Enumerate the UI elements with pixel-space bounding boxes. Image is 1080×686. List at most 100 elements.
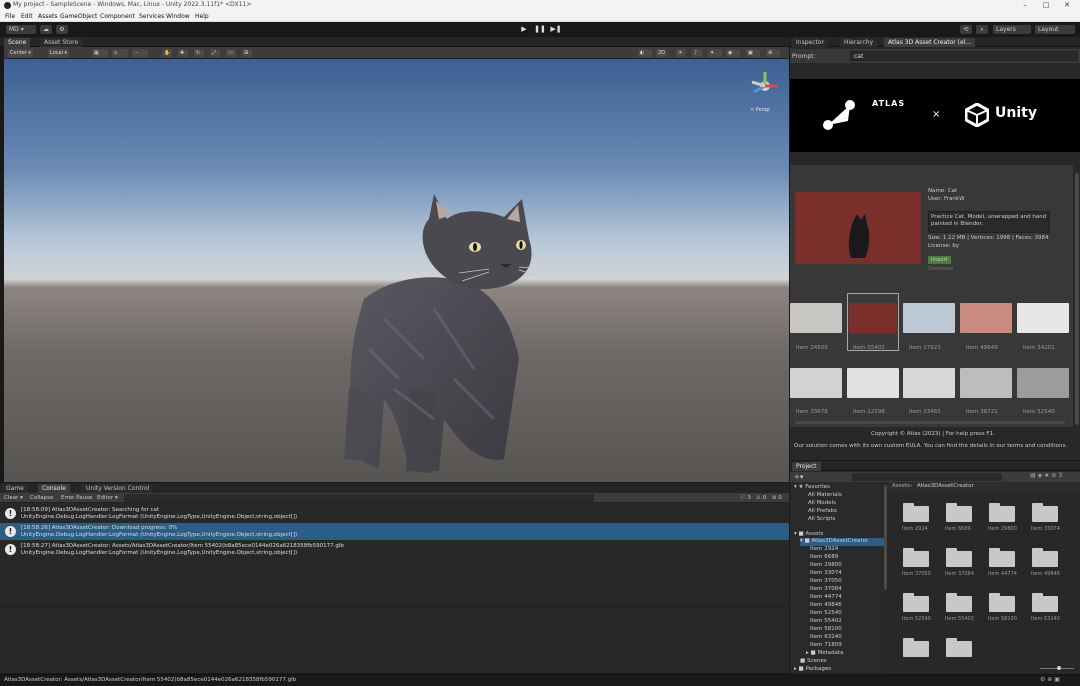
draw-mode-icon[interactable]: ◐ bbox=[638, 49, 652, 57]
folder-icon[interactable] bbox=[946, 502, 972, 522]
filter-icons[interactable]: ▤ ◈ ★ ⊘ 3 bbox=[1030, 472, 1062, 479]
tab-game[interactable]: Game bbox=[2, 484, 28, 493]
tree-item[interactable]: Item 55402 bbox=[810, 618, 842, 624]
thumbnail-0[interactable] bbox=[790, 303, 842, 333]
tab-hierarchy[interactable]: Hierarchy bbox=[840, 38, 878, 47]
scene-viewport[interactable]: < Persp bbox=[4, 59, 789, 482]
toggle-2d-button[interactable]: 2D bbox=[656, 49, 668, 57]
menu-component[interactable]: Component bbox=[100, 13, 135, 20]
orientation-gizmo[interactable] bbox=[748, 68, 782, 110]
layout-dropdown[interactable]: Layout bbox=[1035, 25, 1075, 34]
zoom-slider[interactable] bbox=[1040, 666, 1074, 670]
space-dropdown[interactable]: Local ▾ bbox=[48, 49, 70, 57]
project-search-input[interactable] bbox=[852, 473, 1002, 481]
thumbnail-7[interactable] bbox=[903, 368, 955, 398]
tree-item[interactable]: Item 58100 bbox=[810, 626, 842, 632]
account-dropdown[interactable]: MD ▾ bbox=[6, 25, 36, 34]
inspector-scrollbar[interactable] bbox=[1075, 173, 1079, 425]
menu-file[interactable]: File bbox=[5, 13, 15, 20]
history-icon[interactable]: ⟲ bbox=[960, 25, 972, 34]
warning-count[interactable]: ⚠ 0 bbox=[756, 494, 766, 502]
info-count[interactable]: ⓘ 3 bbox=[740, 494, 751, 502]
folder-icon[interactable] bbox=[946, 592, 972, 612]
rotate-tool-icon[interactable]: ↻ bbox=[194, 49, 204, 57]
console-search-input[interactable] bbox=[124, 494, 594, 502]
tab-console[interactable]: Console bbox=[38, 484, 70, 493]
folder-icon[interactable] bbox=[946, 547, 972, 567]
fav-item[interactable]: All Materials bbox=[808, 492, 842, 498]
tree-item[interactable]: Item 37084 bbox=[810, 586, 842, 592]
thumbnail-9[interactable] bbox=[1017, 368, 1069, 398]
menu-help[interactable]: Help bbox=[195, 13, 209, 20]
step-icon[interactable]: ▶❚ bbox=[550, 25, 562, 34]
thumbnail-8[interactable] bbox=[960, 368, 1012, 398]
tree-item[interactable]: Item 44774 bbox=[810, 594, 842, 600]
fav-item[interactable]: All Models bbox=[808, 500, 836, 506]
atlas-creator-folder[interactable]: ▾ ■ Atlas3DAssetCreator bbox=[800, 538, 886, 546]
error-pause-button[interactable]: Error Pause bbox=[61, 494, 92, 502]
thumbnail-2[interactable] bbox=[903, 303, 955, 333]
menu-services[interactable]: Services bbox=[139, 13, 164, 20]
play-icon[interactable]: ▶ bbox=[518, 25, 530, 34]
fav-item[interactable]: All Prefabs bbox=[808, 508, 837, 514]
tab-atlas-asset-creator[interactable]: Atlas 3D Asset Creator (el... bbox=[884, 38, 976, 47]
thumbnail-5[interactable] bbox=[790, 368, 842, 398]
cloud-icon[interactable]: ☁ bbox=[40, 25, 52, 34]
scenes-folder[interactable]: ■ Scenes bbox=[800, 658, 827, 664]
fav-item[interactable]: All Scripts bbox=[808, 516, 835, 522]
log-row[interactable]: ! [18:58:27] Atlas3DAssetCreator: Assets… bbox=[0, 541, 789, 558]
folder-icon[interactable] bbox=[1032, 592, 1058, 612]
minimize-button[interactable]: – bbox=[1021, 1, 1029, 9]
gizmos-icon[interactable]: ⊕ bbox=[766, 49, 780, 57]
menu-window[interactable]: Window bbox=[166, 13, 190, 20]
tab-project[interactable]: Project bbox=[792, 462, 821, 471]
maximize-button[interactable]: □ bbox=[1042, 1, 1050, 9]
prompt-input[interactable]: cat bbox=[850, 51, 1078, 61]
search-icon[interactable]: ⌕ bbox=[976, 25, 988, 34]
tree-scrollbar[interactable] bbox=[884, 485, 887, 590]
hand-tool-icon[interactable]: ✋ bbox=[162, 49, 172, 57]
more-tools-icon[interactable]: ⋯ bbox=[132, 49, 148, 57]
tree-item[interactable]: Item 63240 bbox=[810, 634, 842, 640]
log-row[interactable]: ! [18:58:09] Atlas3DAssetCreator: Search… bbox=[0, 505, 789, 522]
tree-item[interactable]: Item 37050 bbox=[810, 578, 842, 584]
log-row-selected[interactable]: ! [18:58:26] Atlas3DAssetCreator: Downlo… bbox=[0, 523, 789, 540]
folder-icon[interactable] bbox=[1032, 547, 1058, 567]
transform-tool-icon[interactable]: ⊞ bbox=[242, 49, 252, 57]
folder-icon[interactable] bbox=[989, 502, 1015, 522]
clear-button[interactable]: Clear ▾ bbox=[4, 494, 23, 502]
breadcrumb-assets[interactable]: Assets bbox=[892, 483, 910, 489]
pivot-dropdown[interactable]: Center ▾ bbox=[8, 49, 33, 57]
breadcrumb-creator[interactable]: Atlas3DAssetCreator bbox=[917, 483, 974, 489]
tree-item[interactable]: Item 52540 bbox=[810, 610, 842, 616]
folder-icon[interactable] bbox=[1032, 502, 1058, 522]
tab-scene[interactable]: Scene bbox=[4, 38, 31, 47]
folder-icon[interactable] bbox=[903, 547, 929, 567]
import-button[interactable]: Import bbox=[928, 256, 951, 264]
results-scrollbar[interactable] bbox=[795, 421, 1065, 424]
thumbnail-1[interactable] bbox=[849, 303, 897, 333]
tree-item[interactable]: Item 6689 bbox=[810, 554, 838, 560]
close-button[interactable]: ✕ bbox=[1063, 1, 1071, 9]
lighting-icon[interactable]: ☀ bbox=[676, 49, 686, 57]
packages-folder[interactable]: ▸ ■ Packages bbox=[794, 666, 831, 672]
visibility-icon[interactable]: ◉ bbox=[726, 49, 740, 57]
menu-edit[interactable]: Edit bbox=[21, 13, 33, 20]
layers-dropdown[interactable]: Layers bbox=[993, 25, 1031, 34]
folder-icon[interactable] bbox=[989, 592, 1015, 612]
scale-tool-icon[interactable]: ⤢ bbox=[210, 49, 220, 57]
tree-item[interactable]: Item 2924 bbox=[810, 546, 838, 552]
tree-item[interactable]: Item 71809 bbox=[810, 642, 842, 648]
tab-inspector[interactable]: Inspector bbox=[792, 38, 828, 47]
menu-assets[interactable]: Assets bbox=[38, 13, 58, 20]
folder-icon[interactable] bbox=[989, 547, 1015, 567]
rect-tool-icon[interactable]: ▭ bbox=[226, 49, 236, 57]
thumbnail-4[interactable] bbox=[1017, 303, 1069, 333]
add-asset-button[interactable]: +▾ bbox=[794, 473, 803, 481]
folder-icon[interactable] bbox=[903, 502, 929, 522]
editor-dropdown[interactable]: Editor ▾ bbox=[97, 494, 118, 502]
tab-version-control[interactable]: Unity Version Control bbox=[82, 484, 154, 493]
model-preview-image[interactable] bbox=[795, 192, 921, 264]
error-count[interactable]: ⊘ 0 bbox=[772, 494, 782, 502]
cat-model[interactable] bbox=[4, 59, 789, 482]
